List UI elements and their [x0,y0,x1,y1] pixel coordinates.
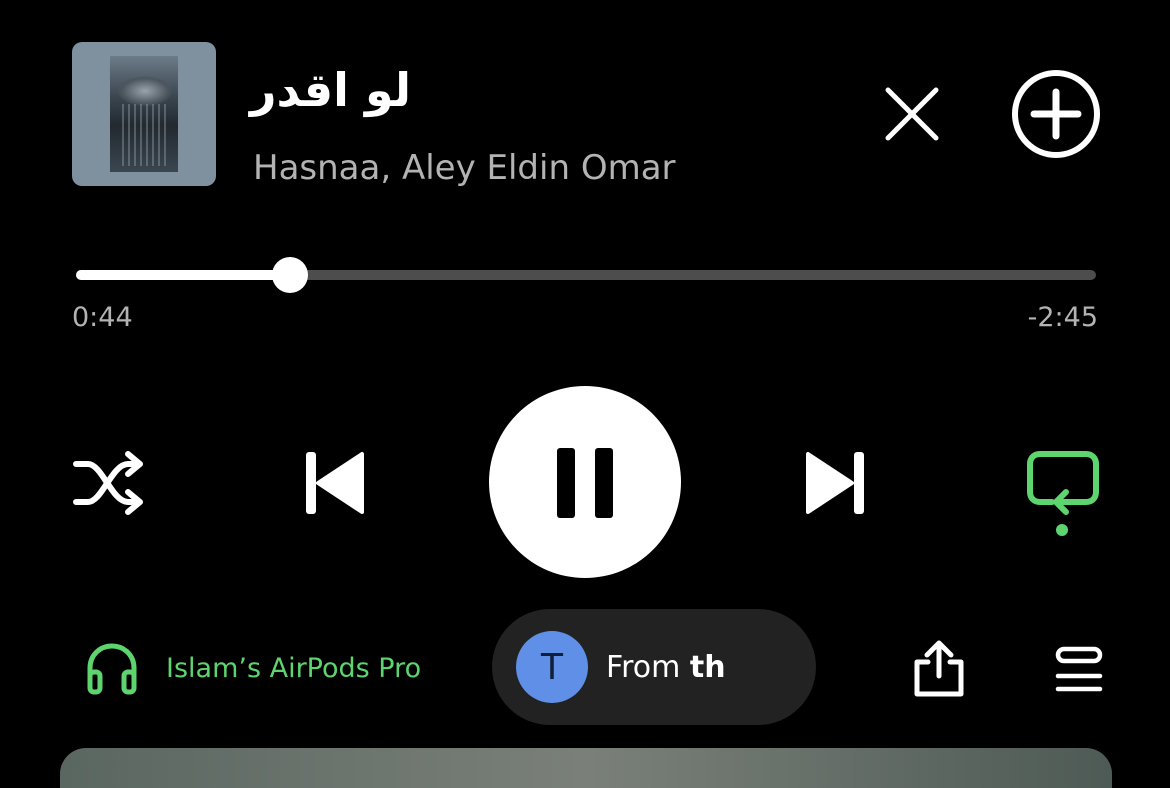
share-icon [914,640,964,697]
storm-cloud-graphic [118,76,172,106]
elapsed-time: 0:44 [72,302,133,333]
repeat-icon [1027,451,1099,536]
add-to-library-button[interactable] [1010,68,1102,160]
progress-handle[interactable] [272,257,309,293]
avatar: T [516,631,588,703]
repeat-button[interactable] [1026,450,1100,538]
share-button[interactable] [912,640,966,698]
close-button[interactable] [880,82,944,146]
album-art-image [110,56,178,172]
pill-text: From th [606,650,726,685]
skip-next-icon [806,452,864,514]
progress-fill [76,270,291,280]
track-artist[interactable]: Hasnaa, Aley Eldin Omar [253,146,676,190]
previous-button[interactable] [300,448,368,518]
pause-button[interactable] [489,386,681,578]
add-circle-icon [1012,70,1100,158]
connected-device[interactable]: Islam’s AirPods Pro [84,638,421,698]
skip-previous-icon [306,452,364,514]
track-title[interactable]: لو اقدر [250,60,430,120]
shuffle-icon [73,451,143,515]
lyrics-card-preview[interactable] [60,748,1112,788]
shuffle-button[interactable] [72,450,146,516]
device-name: Islam’s AirPods Pro [166,652,422,684]
headphones-icon [87,643,137,695]
remaining-time: -2:45 [1027,302,1098,333]
queue-button[interactable] [1054,646,1104,694]
close-icon [885,87,939,141]
from-notification-pill[interactable]: T From th [492,609,816,725]
rain-graphic [122,104,166,166]
album-art[interactable] [72,42,216,186]
pill-text-regular: From [606,649,681,685]
queue-icon [1055,646,1103,692]
pill-text-bold: th [689,649,726,685]
next-button[interactable] [802,448,870,518]
